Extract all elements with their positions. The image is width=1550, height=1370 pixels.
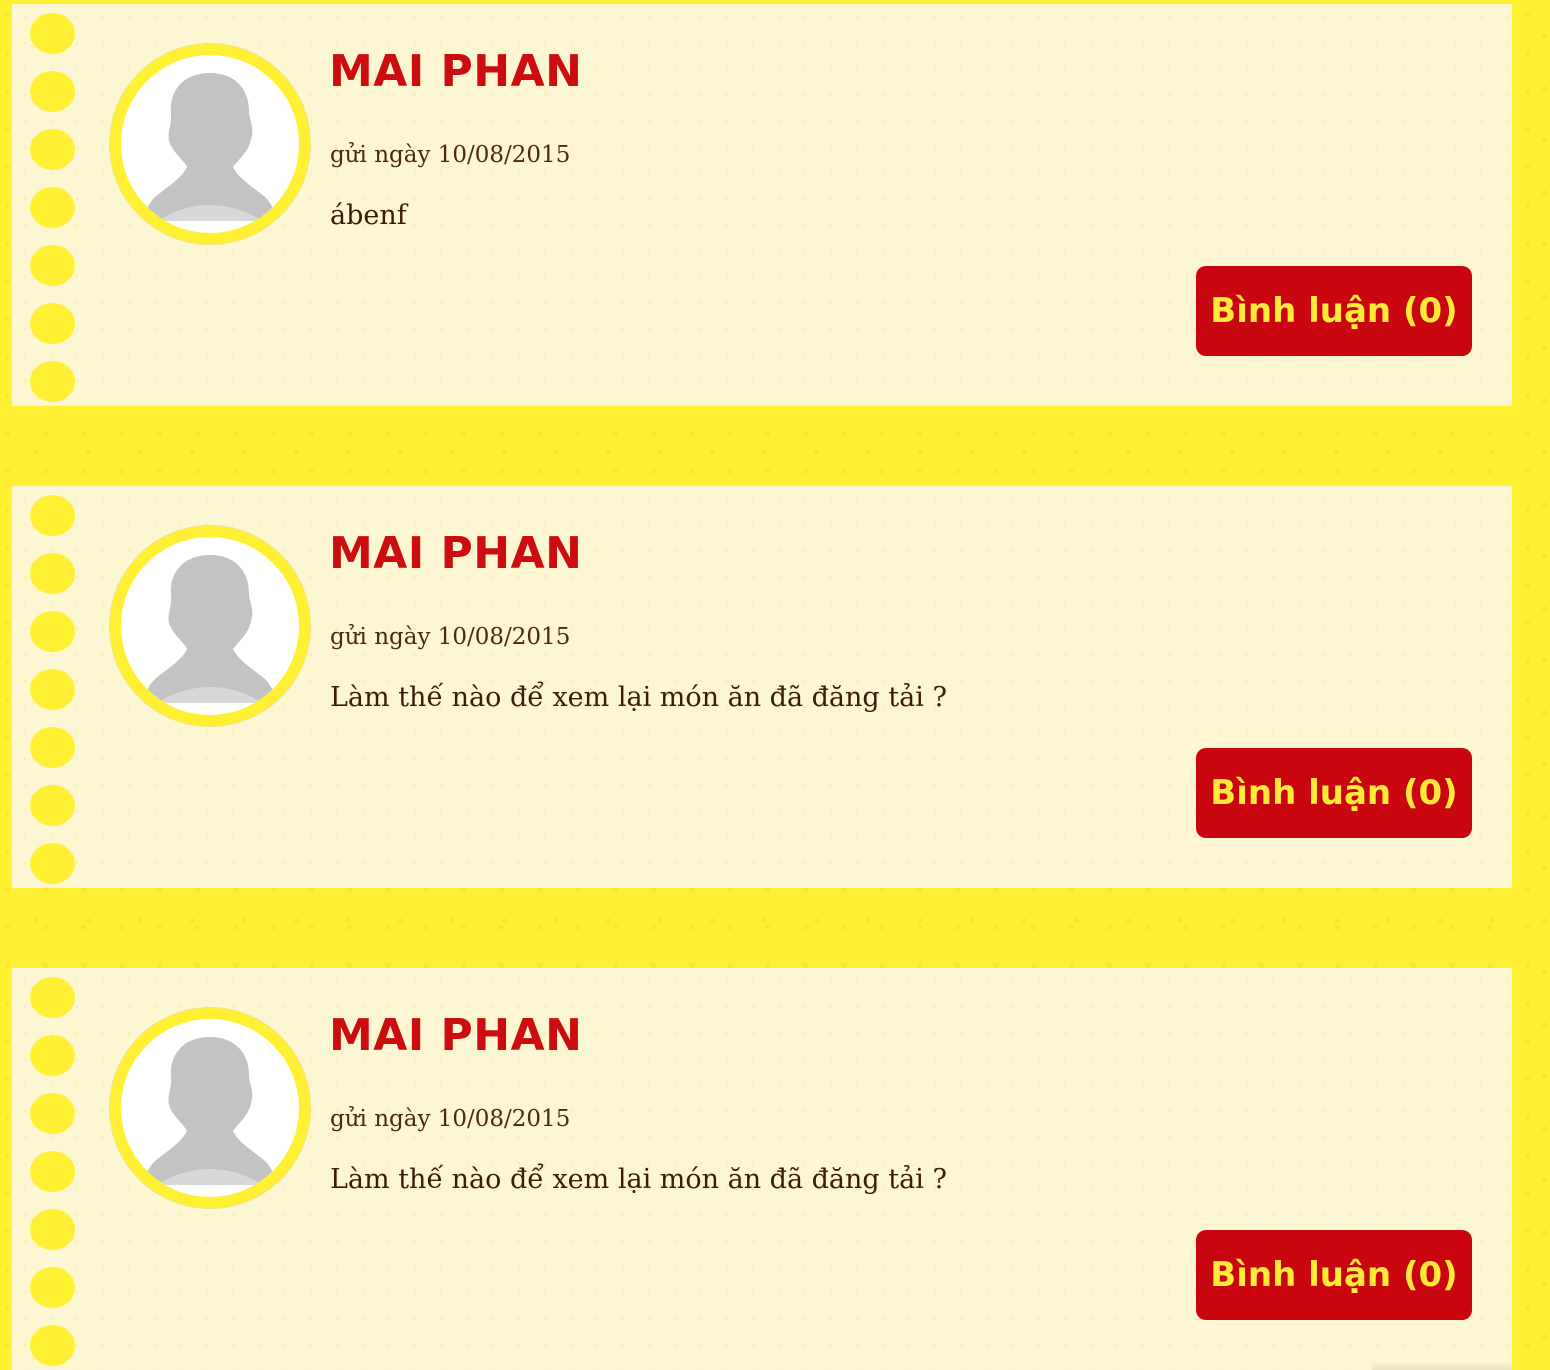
binder-hole-icon <box>30 785 75 826</box>
page-curl-shadow <box>1372 1362 1512 1370</box>
binder-hole-icon <box>30 1093 75 1134</box>
person-silhouette-icon <box>143 73 277 221</box>
post-content: Làm thế nào để xem lại món ăn đã đăng tả… <box>330 1164 947 1195</box>
binder-hole-icon <box>30 1325 75 1366</box>
post-date: gửi ngày 10/08/2015 <box>330 1106 571 1132</box>
binder-hole-icon <box>30 1267 75 1308</box>
binder-hole-icon <box>30 727 75 768</box>
binder-hole-icon <box>30 361 75 402</box>
binder-hole-icon <box>30 13 75 54</box>
post-list: MAI PHAN gửi ngày 10/08/2015 ábenf Bình … <box>12 4 1512 1370</box>
person-silhouette-icon <box>143 555 277 703</box>
comment-button[interactable]: Bình luận (0) <box>1196 266 1472 356</box>
binder-hole-icon <box>30 843 75 884</box>
binder-hole-icon <box>30 1209 75 1250</box>
binder-hole-icon <box>30 187 75 228</box>
post-content: ábenf <box>330 200 407 231</box>
avatar[interactable] <box>110 1008 310 1208</box>
avatar[interactable] <box>110 44 310 244</box>
post-date: gửi ngày 10/08/2015 <box>330 624 571 650</box>
author-name[interactable]: MAI PHAN <box>329 50 582 94</box>
binder-hole-icon <box>30 669 75 710</box>
binder-hole-icon <box>30 1035 75 1076</box>
binder-hole-icon <box>30 245 75 286</box>
post-date: gửi ngày 10/08/2015 <box>330 142 571 168</box>
binder-holes <box>30 495 76 888</box>
binder-holes <box>30 977 76 1370</box>
binder-hole-icon <box>30 1151 75 1192</box>
binder-hole-icon <box>30 611 75 652</box>
binder-hole-icon <box>30 553 75 594</box>
author-name[interactable]: MAI PHAN <box>329 1014 582 1058</box>
post-content: Làm thế nào để xem lại món ăn đã đăng tả… <box>330 682 947 713</box>
binder-hole-icon <box>30 977 75 1018</box>
person-silhouette-icon <box>143 1037 277 1185</box>
post-card: MAI PHAN gửi ngày 10/08/2015 Làm thế nào… <box>12 486 1512 888</box>
post-card: MAI PHAN gửi ngày 10/08/2015 Làm thế nào… <box>12 968 1512 1370</box>
comment-button[interactable]: Bình luận (0) <box>1196 1230 1472 1320</box>
comment-button[interactable]: Bình luận (0) <box>1196 748 1472 838</box>
binder-holes <box>30 13 76 406</box>
binder-hole-icon <box>30 495 75 536</box>
author-name[interactable]: MAI PHAN <box>329 532 582 576</box>
binder-hole-icon <box>30 129 75 170</box>
binder-hole-icon <box>30 303 75 344</box>
binder-hole-icon <box>30 71 75 112</box>
avatar[interactable] <box>110 526 310 726</box>
post-card: MAI PHAN gửi ngày 10/08/2015 ábenf Bình … <box>12 4 1512 406</box>
